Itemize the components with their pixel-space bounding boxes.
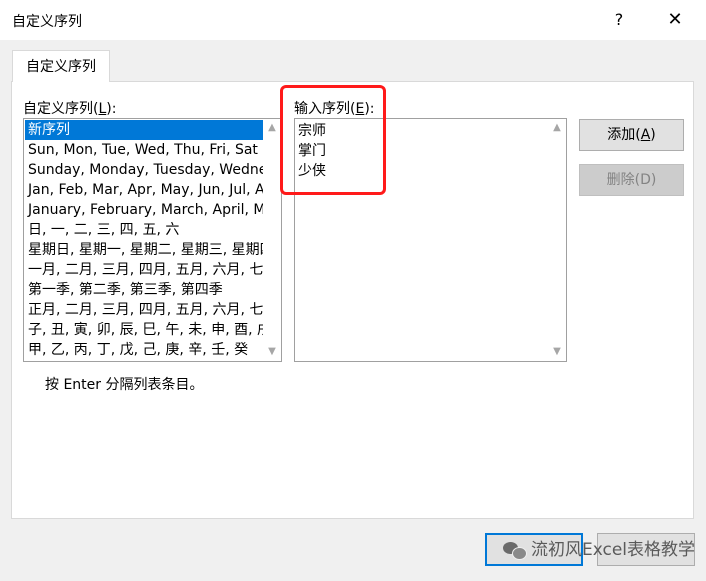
list-item[interactable]: 正月, 二月, 三月, 四月, 五月, 六月, 七月	[25, 300, 263, 320]
scroll-down-icon[interactable]: ▼	[263, 343, 281, 361]
list-item[interactable]: 第一季, 第二季, 第三季, 第四季	[25, 280, 263, 300]
close-button[interactable]: ✕	[658, 6, 692, 34]
list-item[interactable]: 新序列	[25, 120, 263, 140]
dialog-title: 自定义序列	[12, 14, 82, 30]
custom-lists-label: 自定义序列(L):	[23, 101, 117, 117]
wechat-icon	[503, 540, 527, 560]
custom-lists-listbox[interactable]: 新序列 Sun, Mon, Tue, Wed, Thu, Fri, Sat Sund…	[23, 118, 282, 362]
help-button[interactable]: ?	[604, 6, 634, 34]
entry-line: 掌门	[298, 143, 326, 159]
list-entries-lines: 宗师 掌门 少侠	[298, 121, 326, 181]
list-item[interactable]: Jan, Feb, Mar, Apr, May, Jun, Jul, Aug	[25, 180, 263, 200]
delete-button[interactable]: 删除(D)	[579, 164, 684, 196]
watermark: 流初风Excel表格教学	[503, 535, 695, 565]
tab-custom-lists[interactable]: 自定义序列	[12, 50, 110, 82]
list-item[interactable]: 星期日, 星期一, 星期二, 星期三, 星期四	[25, 240, 263, 260]
list-item[interactable]: 子, 丑, 寅, 卯, 辰, 巳, 午, 未, 申, 酉, 戌	[25, 320, 263, 340]
entry-line: 少侠	[298, 163, 326, 179]
scroll-up-icon[interactable]: ▲	[548, 119, 566, 137]
list-entries-label: 输入序列(E):	[294, 101, 375, 117]
list-entries-textarea[interactable]: 宗师掌门少侠 ▲ ▼	[294, 118, 567, 362]
watermark-text: 流初风Excel表格教学	[531, 540, 696, 560]
list-item[interactable]: 日, 一, 二, 三, 四, 五, 六	[25, 220, 263, 240]
scroll-down-icon[interactable]: ▼	[548, 343, 566, 361]
hint-text: 按 Enter 分隔列表条目。	[45, 377, 204, 393]
title-bar: 自定义序列 ? ✕	[0, 0, 706, 40]
custom-lists-items: 新序列 Sun, Mon, Tue, Wed, Thu, Fri, Sat Sund…	[25, 120, 263, 360]
entries-scrollbar[interactable]: ▲ ▼	[548, 119, 566, 361]
entry-line: 宗师	[298, 123, 326, 139]
list-item[interactable]: 一月, 二月, 三月, 四月, 五月, 六月, 七月	[25, 260, 263, 280]
custom-lists-scrollbar[interactable]: ▲ ▼	[263, 119, 281, 361]
scroll-up-icon[interactable]: ▲	[263, 119, 281, 137]
list-item[interactable]: January, February, March, April, May	[25, 200, 263, 220]
list-item[interactable]: Sun, Mon, Tue, Wed, Thu, Fri, Sat	[25, 140, 263, 160]
list-item[interactable]: Sunday, Monday, Tuesday, Wednesday	[25, 160, 263, 180]
list-item[interactable]: 甲, 乙, 丙, 丁, 戊, 己, 庚, 辛, 壬, 癸	[25, 340, 263, 360]
add-button[interactable]: 添加(A)	[579, 119, 684, 151]
